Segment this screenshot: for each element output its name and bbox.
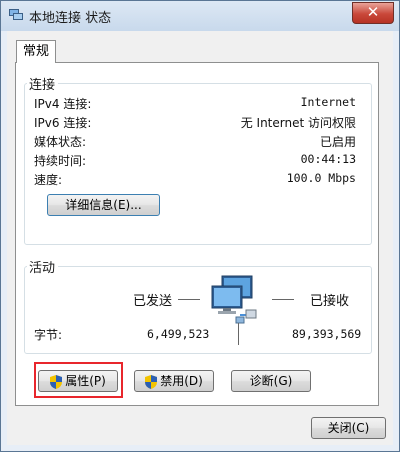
ipv6-row: IPv6 连接: 无 Internet 访问权限 [34, 114, 356, 132]
speed-row: 速度: 100.0 Mbps [34, 171, 356, 189]
connection-group-label: 连接 [27, 74, 59, 93]
received-line [272, 299, 294, 300]
duration-row: 持续时间: 00:44:13 [34, 152, 356, 170]
received-label: 已接收 [310, 294, 350, 309]
ipv6-label: IPv6 连接: [34, 116, 92, 130]
close-button[interactable]: 关闭(C) [311, 417, 386, 439]
title-bar[interactable]: 本地连接 状态 ✕ [1, 1, 399, 31]
network-icon [9, 9, 23, 20]
window-close-button[interactable]: ✕ [352, 2, 394, 24]
activity-group-label: 活动 [27, 257, 59, 276]
bytes-label: 字节: [34, 328, 63, 342]
ipv4-value: Internet [300, 95, 356, 109]
bytes-sent-value: 6,499,523 [147, 327, 210, 341]
activity-divider [238, 323, 239, 345]
ipv4-row: IPv4 连接: Internet [34, 95, 356, 113]
speed-label: 速度: [34, 173, 63, 187]
media-state-label: 媒体状态: [34, 135, 87, 149]
uac-shield-icon [145, 374, 158, 389]
sent-line [178, 299, 200, 300]
media-state-row: 媒体状态: 已启用 [34, 133, 356, 151]
details-button[interactable]: 详细信息(E)... [47, 194, 160, 216]
network-computers-icon [211, 275, 257, 324]
diagnose-button[interactable]: 诊断(G) [231, 370, 311, 392]
bytes-received-value: 89,393,569 [292, 327, 362, 341]
media-state-value: 已启用 [319, 135, 356, 149]
sent-label: 已发送 [133, 294, 173, 309]
highlight-box [34, 362, 123, 398]
duration-value: 00:44:13 [300, 152, 356, 166]
ipv6-value: 无 Internet 访问权限 [240, 116, 356, 130]
speed-value: 100.0 Mbps [286, 171, 356, 185]
window-title: 本地连接 状态 [29, 11, 112, 26]
tab-general[interactable]: 常规 [16, 40, 56, 63]
status-dialog: 本地连接 状态 ✕ 常规 连接 IPv4 连接: Internet IPv6 连… [0, 0, 400, 452]
duration-label: 持续时间: [34, 154, 87, 168]
ipv4-label: IPv4 连接: [34, 97, 92, 111]
disable-button-label: 禁用(D) [160, 374, 203, 388]
disable-button[interactable]: 禁用(D) [134, 370, 214, 392]
